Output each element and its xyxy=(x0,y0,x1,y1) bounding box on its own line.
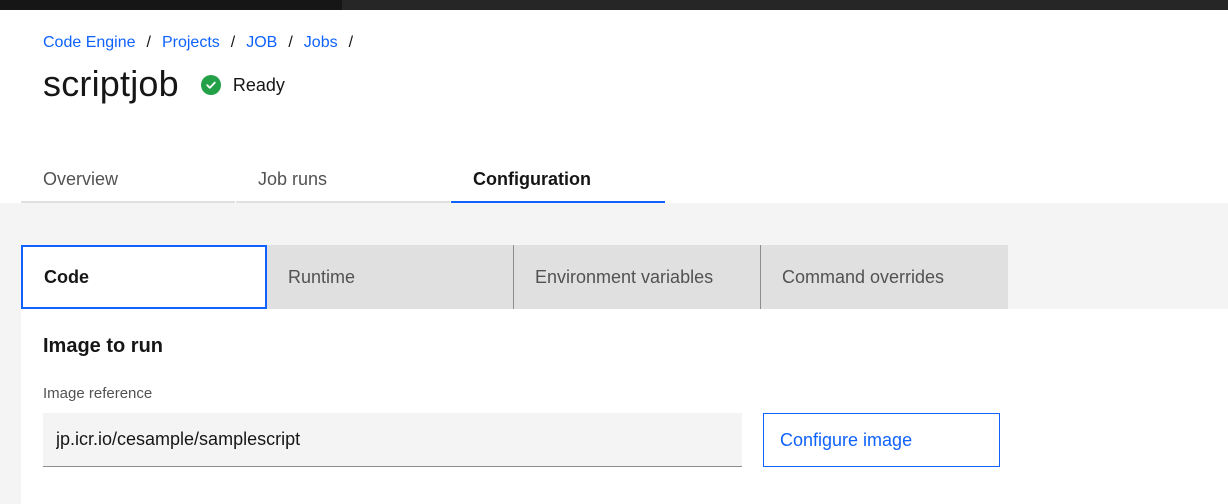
top-header-bar xyxy=(0,0,1228,10)
subtab-command-overrides[interactable]: Command overrides xyxy=(761,245,1008,309)
tab-job-runs[interactable]: Job runs xyxy=(236,158,450,203)
page-title: scriptjob xyxy=(43,63,179,104)
breadcrumb-separator: / xyxy=(230,34,236,51)
breadcrumb-separator: / xyxy=(348,34,354,51)
configuration-subtabs: Code Runtime Environment variables Comma… xyxy=(21,245,1008,309)
breadcrumb-separator: / xyxy=(146,34,151,51)
breadcrumb-jobs[interactable]: Jobs xyxy=(304,34,338,52)
breadcrumb-projects[interactable]: Projects xyxy=(162,34,220,52)
check-circle-icon xyxy=(200,75,221,95)
title-row: scriptjob Ready xyxy=(43,62,285,106)
breadcrumb: Code Engine / Projects / JOB / Jobs / xyxy=(43,33,364,53)
configuration-content: Code Runtime Environment variables Comma… xyxy=(0,203,1228,504)
top-header-segment xyxy=(0,0,342,10)
breadcrumb-separator: / xyxy=(288,34,293,51)
image-reference-input[interactable] xyxy=(43,413,742,467)
breadcrumb-job[interactable]: JOB xyxy=(246,34,277,52)
subtab-environment-variables[interactable]: Environment variables xyxy=(514,245,761,309)
subtab-runtime[interactable]: Runtime xyxy=(267,245,514,309)
configure-image-button[interactable]: Configure image xyxy=(763,413,1000,467)
tab-configuration[interactable]: Configuration xyxy=(451,158,665,203)
main-tabs: Overview Job runs Configuration xyxy=(21,158,666,203)
code-panel: Image to run Image reference Configure i… xyxy=(21,309,1228,504)
status-badge: Ready xyxy=(200,74,285,96)
section-title: Image to run xyxy=(43,335,164,357)
subtab-code[interactable]: Code xyxy=(21,245,267,309)
breadcrumb-code-engine[interactable]: Code Engine xyxy=(43,34,136,52)
image-reference-label: Image reference xyxy=(43,385,153,402)
tab-overview[interactable]: Overview xyxy=(21,158,235,203)
status-label: Ready xyxy=(232,74,285,95)
